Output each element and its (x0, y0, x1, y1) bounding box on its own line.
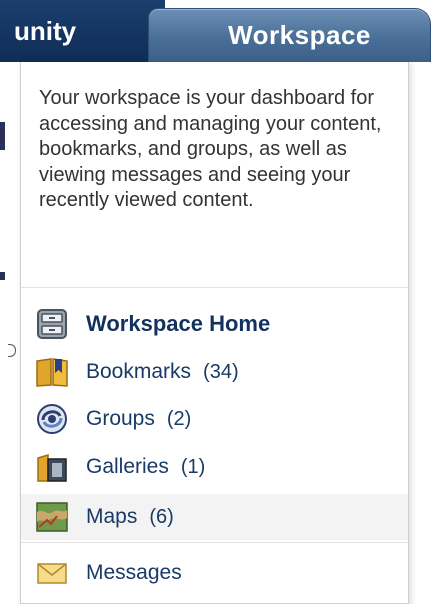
menu-item-label: Messages (86, 561, 182, 584)
tab-workspace-label: Workspace (228, 20, 371, 50)
bookmarks-icon (35, 355, 69, 389)
background-text-fragment (0, 272, 5, 280)
background-page-edge (0, 62, 20, 604)
workspace-dropdown: Your workspace is your dashboard for acc… (20, 62, 409, 604)
tab-community-label: unity (14, 15, 77, 46)
menu-item-bookmarks[interactable]: Bookmarks (34) (21, 349, 408, 395)
background-bracket-icon (8, 344, 16, 357)
groups-icon (35, 402, 69, 436)
menu-item-galleries[interactable]: Galleries (1) (21, 444, 408, 490)
tab-workspace[interactable]: Workspace (148, 8, 431, 62)
maps-icon (35, 500, 69, 534)
menu-item-count: (2) (166, 407, 192, 430)
divider (21, 542, 408, 543)
menu-item-label: Groups (86, 407, 155, 430)
menu-item-count: (6) (149, 505, 174, 528)
menu-item-messages[interactable]: Messages (21, 550, 408, 596)
messages-icon (35, 556, 69, 590)
tab-community[interactable]: unity (0, 0, 165, 62)
menu-item-count: (1) (180, 455, 206, 478)
menu-item-workspace-home[interactable]: Workspace Home (21, 301, 408, 347)
menu-item-groups[interactable]: Groups (2) (21, 396, 408, 442)
menu-item-label: Workspace Home (86, 311, 271, 336)
menu-item-maps[interactable]: Maps (6) (21, 494, 408, 540)
workspace-description: Your workspace is your dashboard for acc… (39, 87, 382, 211)
background-text-fragment (0, 122, 5, 150)
menu-item-label: Bookmarks (86, 360, 192, 383)
divider (21, 287, 408, 288)
menu-item-label: Maps (86, 505, 138, 528)
galleries-icon (35, 450, 69, 484)
workspace-home-icon (35, 307, 69, 341)
menu-item-count: (34) (203, 360, 239, 383)
menu-item-label: Galleries (86, 455, 169, 478)
